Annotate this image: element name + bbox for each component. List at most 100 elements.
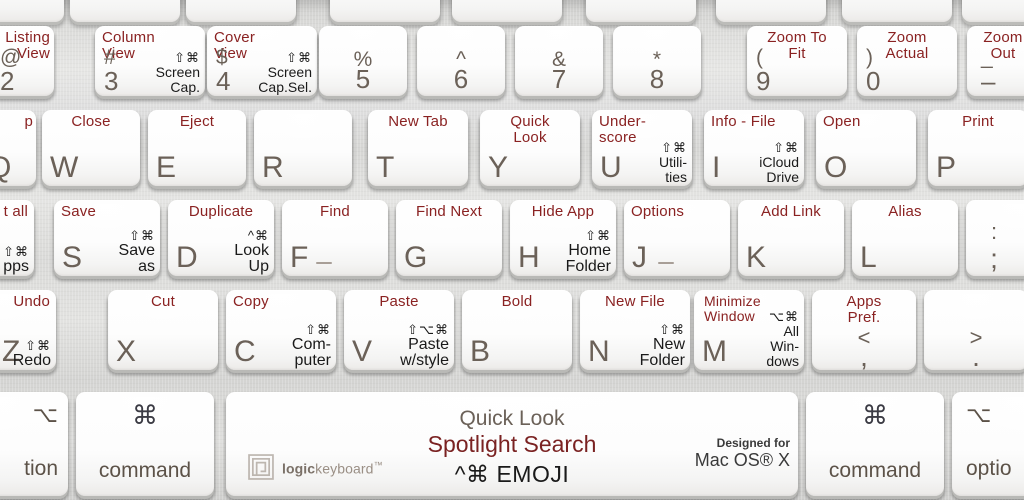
key-e-function-label: Eject [179,113,215,130]
key-p[interactable]: Print P [928,110,1024,186]
key-minus[interactable]: Zoom Out _ – [967,26,1024,96]
key-3[interactable]: Column View # 3 ⇧⌘ Screen Cap. [95,26,205,96]
key-d-function-label: Duplicate [188,203,254,220]
key-period[interactable]: > . [924,290,1024,370]
key-s[interactable]: Save S ⇧⌘ Save as [54,200,160,276]
command-icon: ⌘ [132,400,158,430]
key-semicolon[interactable]: : ; [966,200,1024,276]
key-minus-upper-legend: _ [981,46,993,69]
key-2-upper-legend: @ [0,46,22,69]
key-m[interactable]: Minimize Window M ⌥⌘ All Win- dows [694,290,804,370]
key-f[interactable]: Find F [282,200,388,276]
key-w-function-label: Close [71,113,111,130]
key-g[interactable]: Find Next G [396,200,502,276]
key-9[interactable]: Zoom To Fit ( 9 [747,26,847,96]
key-r-letter: R [262,151,284,184]
brand-wordmark-rest: keyboard [315,460,374,477]
key-d-shortcut-text: Look Up [234,242,269,275]
key-4-shortcut-text: Screen Cap.Sel. [258,64,312,95]
key-comma[interactable]: Apps Pref. < , [812,290,916,370]
key-3-lower-legend: 3 [104,66,119,96]
key-2[interactable]: Listing View @ 2 [0,26,54,96]
key-x-function-label: Cut [151,293,175,310]
key-b[interactable]: Bold B [462,290,572,370]
key-a[interactable]: t all A ⇧⌘pps [0,200,34,276]
key-i[interactable]: Info - File I ⇧⌘ iCloud Drive [704,110,804,186]
key-d-letter: D [176,241,198,274]
key-4-upper-legend: $ [216,46,228,69]
spacebar-quick-look-label: Quick Look [459,407,565,430]
key-semicolon-lower-legend: ; [990,243,998,274]
fkey-partial-2[interactable] [70,0,180,22]
key-s-shortcut: ⇧⌘ Save as [119,229,155,275]
key-v[interactable]: Paste V ⇧⌥⌘ Paste w/style [344,290,454,370]
key-6[interactable]: ^ 6 [417,26,505,96]
key-a-shortcut: ⇧⌘ pps [3,245,29,275]
fkey-partial-9[interactable] [962,0,1024,22]
key-w[interactable]: Close W [42,110,140,186]
key-option-left-label: tion [24,457,58,480]
key-command-left[interactable]: ⌘ command [76,392,214,496]
key-z-function-label: Undo [13,293,50,310]
key-j[interactable]: Options J [624,200,730,276]
key-c[interactable]: Copy C ⇧⌘ Com- puter [226,290,336,370]
fkey-partial-1[interactable] [0,0,64,22]
fkey-partial-6[interactable] [586,0,696,22]
key-a-modifiers: ⇧⌘ [3,244,29,259]
key-8[interactable]: * 8 [613,26,701,96]
key-e[interactable]: Eject E [148,110,246,186]
key-0[interactable]: Zoom Actual ) 0 [857,26,957,96]
key-n-shortcut-text: New Folder [639,336,685,369]
key-4-modifiers: ⇧⌘ [286,50,312,65]
fkey-partial-4[interactable] [330,0,440,22]
key-o[interactable]: Open O [816,110,916,186]
command-icon: ⌘ [862,400,888,430]
key-s-letter: S [62,241,83,274]
key-v-shortcut: ⇧⌥⌘ Paste w/style [400,323,449,369]
key-4[interactable]: Cover View $ 4 ⇧⌘ Screen Cap.Sel. [207,26,317,96]
key-o-function-label: Open [823,113,861,130]
key-s-modifiers: ⇧⌘ [129,228,155,243]
key-f-home-row-indicator [316,262,332,264]
key-q[interactable]: p Q [0,110,36,186]
key-n[interactable]: New File N ⇧⌘ New Folder [580,290,690,370]
key-c-shortcut-text: Com- puter [291,336,331,369]
key-k-letter: K [746,241,767,274]
key-m-shortcut-text: All Win- dows [766,323,799,369]
key-u-shortcut-text: Utili- ties [659,154,687,185]
emoji-label: EMOJI [496,461,570,487]
key-h[interactable]: Hide App H ⇧⌘ Home Folder [510,200,616,276]
key-k[interactable]: Add Link K [738,200,844,276]
key-z[interactable]: Undo Z ⇧⌘ Redo [0,290,56,370]
key-d[interactable]: Duplicate D ^⌘ Look Up [168,200,274,276]
fkey-partial-7[interactable] [716,0,826,22]
key-t[interactable]: New Tab T [368,110,468,186]
key-u-shortcut: ⇧⌘ Utili- ties [659,141,687,185]
key-l-function-label: Alias [888,203,922,220]
key-5[interactable]: % 5 [319,26,407,96]
key-p-function-label: Print [962,113,994,130]
key-option-right[interactable]: ⌥ optio [952,392,1024,496]
key-y[interactable]: Quick Look Y [480,110,580,186]
key-s-function-label: Save [61,203,96,220]
key-r[interactable]: R [254,110,352,186]
key-command-right[interactable]: ⌘ command [806,392,944,496]
key-x[interactable]: Cut X [108,290,218,370]
key-l[interactable]: Alias L [852,200,958,276]
brand-wordmark: logickeyboard™ [282,458,383,477]
key-option-right-label: optio [966,457,1012,480]
key-s-shortcut-text: Save as [118,242,155,275]
key-q-letter: Q [0,152,11,184]
fkey-partial-8[interactable] [842,0,952,22]
key-6-lower-legend: 6 [453,64,469,94]
key-9-lower-legend: 9 [756,66,771,96]
emoji-modifiers: ^⌘ [454,461,490,487]
fkey-partial-5[interactable] [452,0,562,22]
key-u[interactable]: Under- score U ⇧⌘ Utili- ties [592,110,692,186]
key-z-shortcut: ⇧⌘ Redo [13,339,51,369]
key-7[interactable]: & 7 [515,26,603,96]
key-v-modifiers: ⇧⌥⌘ [407,322,449,337]
key-option-left[interactable]: ⌥ tion [0,392,68,496]
fkey-partial-3[interactable] [186,0,296,22]
key-f-letter: F [290,241,309,274]
